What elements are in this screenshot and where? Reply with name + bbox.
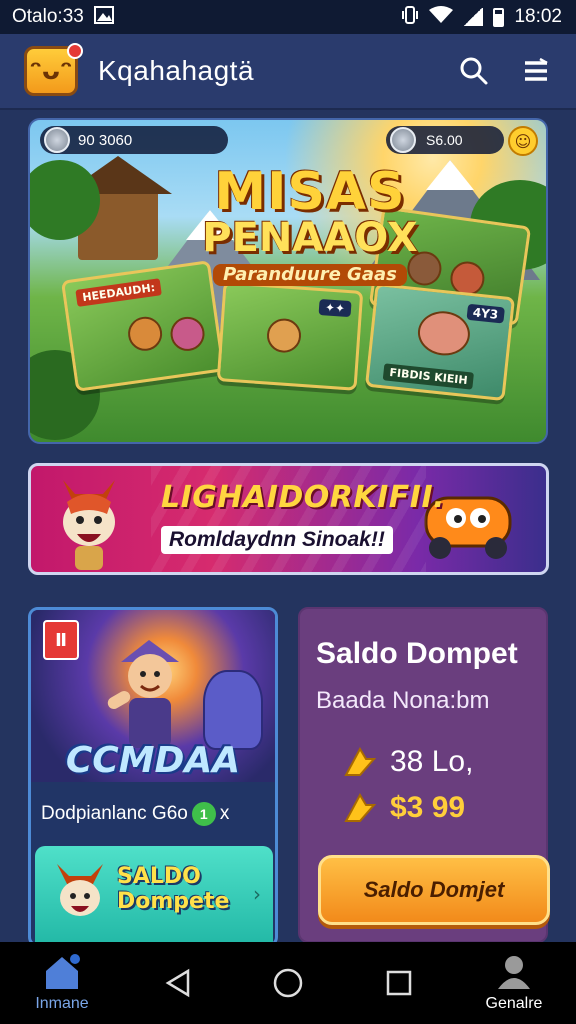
promo-title: LIGHAIDORKIFII. (161, 480, 446, 515)
status-time: 18:02 (514, 6, 562, 27)
game-card-center: ✦✦ (216, 281, 364, 391)
smiley-icon[interactable]: ☺ (508, 126, 538, 156)
profile-icon (498, 956, 530, 989)
saldo-shortcut-line2: Dompete (117, 889, 230, 915)
back-icon (165, 968, 189, 998)
recents-icon (386, 970, 411, 996)
critter-icon (265, 317, 303, 354)
gallery-icon (93, 5, 114, 29)
home-icon (46, 954, 80, 989)
caption-chip: 1 (191, 802, 216, 826)
gem-icon (390, 127, 416, 153)
notification-dot (67, 43, 83, 59)
game-caption-text: Dodpianlanc G6o (41, 803, 188, 824)
chevron-right-icon: › (253, 882, 261, 906)
card-label: FIBDIS KIEIH (382, 363, 475, 390)
wallet-value-1: 38 Lo, (390, 745, 474, 778)
menu-icon (525, 58, 548, 81)
app-title: Kqahahagtä (98, 55, 255, 86)
pig-icon (415, 308, 473, 358)
card-label: HEEDAUDH: (75, 278, 163, 307)
app-header: ᵔᴗᵔ Kqahahagtä (0, 34, 576, 110)
wallet-row-1: 38 Lo, (344, 745, 473, 779)
banner-title-line1: MISAS (214, 162, 406, 222)
nav-profile[interactable]: Genalre (474, 953, 554, 1013)
menu-button[interactable] (516, 51, 556, 91)
tile-tag: Ⅱ (43, 620, 79, 660)
wifi-icon (429, 5, 454, 29)
coin-counter: 90 3060 (40, 126, 228, 154)
signal-icon (463, 8, 484, 26)
back-button[interactable] (143, 942, 213, 1024)
fox-mascot-icon (57, 864, 103, 916)
balance-value: S6.00 (426, 132, 463, 148)
nav-profile-label: Genalre (485, 995, 543, 1012)
game-face-logo-icon: ᵔᴗᵔ (29, 56, 73, 86)
bottom-navigation: Inmane Genalre (0, 942, 576, 1024)
game-caption: Dodpianlanc G6o 1 x (41, 802, 229, 826)
banner-title: MISAS PENAAOX Paranduure Gaas (190, 166, 430, 286)
status-bar: Otalo:33 18:02 (0, 0, 576, 34)
vibrate-icon (401, 5, 419, 30)
game-card-right: 4Y3 FIBDIS KIEIH (364, 282, 516, 402)
game-title: CCMDAA (65, 740, 241, 781)
game-tile-art: Ⅱ CCMDAA (31, 610, 275, 782)
critter-icon (168, 314, 207, 354)
fox-mascot-icon (63, 480, 115, 570)
balance-counter: S6.00 (386, 126, 504, 154)
recents-button[interactable] (364, 942, 434, 1024)
card-badge: 4Y3 (466, 303, 505, 324)
banner-title-line2: PENAAOX (202, 215, 418, 261)
coin-value: 90 3060 (78, 131, 133, 149)
wallet-row-2: $3 99 (344, 791, 465, 825)
home-circle-icon (273, 968, 303, 998)
wallet-value-2: $3 99 (390, 791, 466, 824)
app-logo[interactable]: ᵔᴗᵔ (24, 43, 83, 96)
status-left-text: Otalo:33 (12, 6, 84, 27)
arrow-up-right-icon (344, 747, 376, 776)
coin-icon (44, 127, 70, 153)
wallet-subtitle: Baada Nona:bm (316, 687, 490, 714)
card-badge: ✦✦ (318, 298, 352, 318)
promo-subtitle: Romldaydnn Sinoak!! (161, 526, 393, 554)
wolf-character-icon (203, 670, 263, 750)
saldo-dompet-button[interactable]: Saldo Domjet (318, 855, 550, 925)
wallet-card: Saldo Dompet Baada Nona:bm 38 Lo, $3 99 … (298, 607, 550, 943)
nav-home[interactable]: Inmane (22, 953, 102, 1013)
saldo-shortcut-label: SALDO Dompete (117, 864, 229, 915)
close-icon[interactable]: x (220, 803, 230, 825)
banner-subtitle: Paranduure Gaas (213, 264, 407, 286)
nav-home-label: Inmane (35, 995, 89, 1012)
wallet-title: Saldo Dompet (316, 637, 518, 670)
game-tile[interactable]: Ⅱ CCMDAA Dodpianlanc G6o 1 x SALDO Dompe… (28, 607, 278, 947)
battery-icon (493, 7, 505, 27)
critter-icon (125, 314, 165, 353)
featured-game-banner[interactable]: 90 3060 S6.00 ☺ HEEDAUDH: ✦✦ 4Y3 FIBDIS … (28, 118, 548, 444)
saldo-shortcut-line1: SALDO (117, 864, 201, 889)
search-button[interactable] (454, 51, 494, 91)
arrow-up-right-icon (344, 793, 376, 822)
saldo-shortcut-button[interactable]: SALDO Dompete › (35, 846, 273, 944)
search-icon (460, 57, 488, 85)
promo-banner[interactable]: LIGHAIDORKIFII. Romldaydnn Sinoak!! (28, 463, 549, 575)
system-home-button[interactable] (253, 942, 323, 1024)
